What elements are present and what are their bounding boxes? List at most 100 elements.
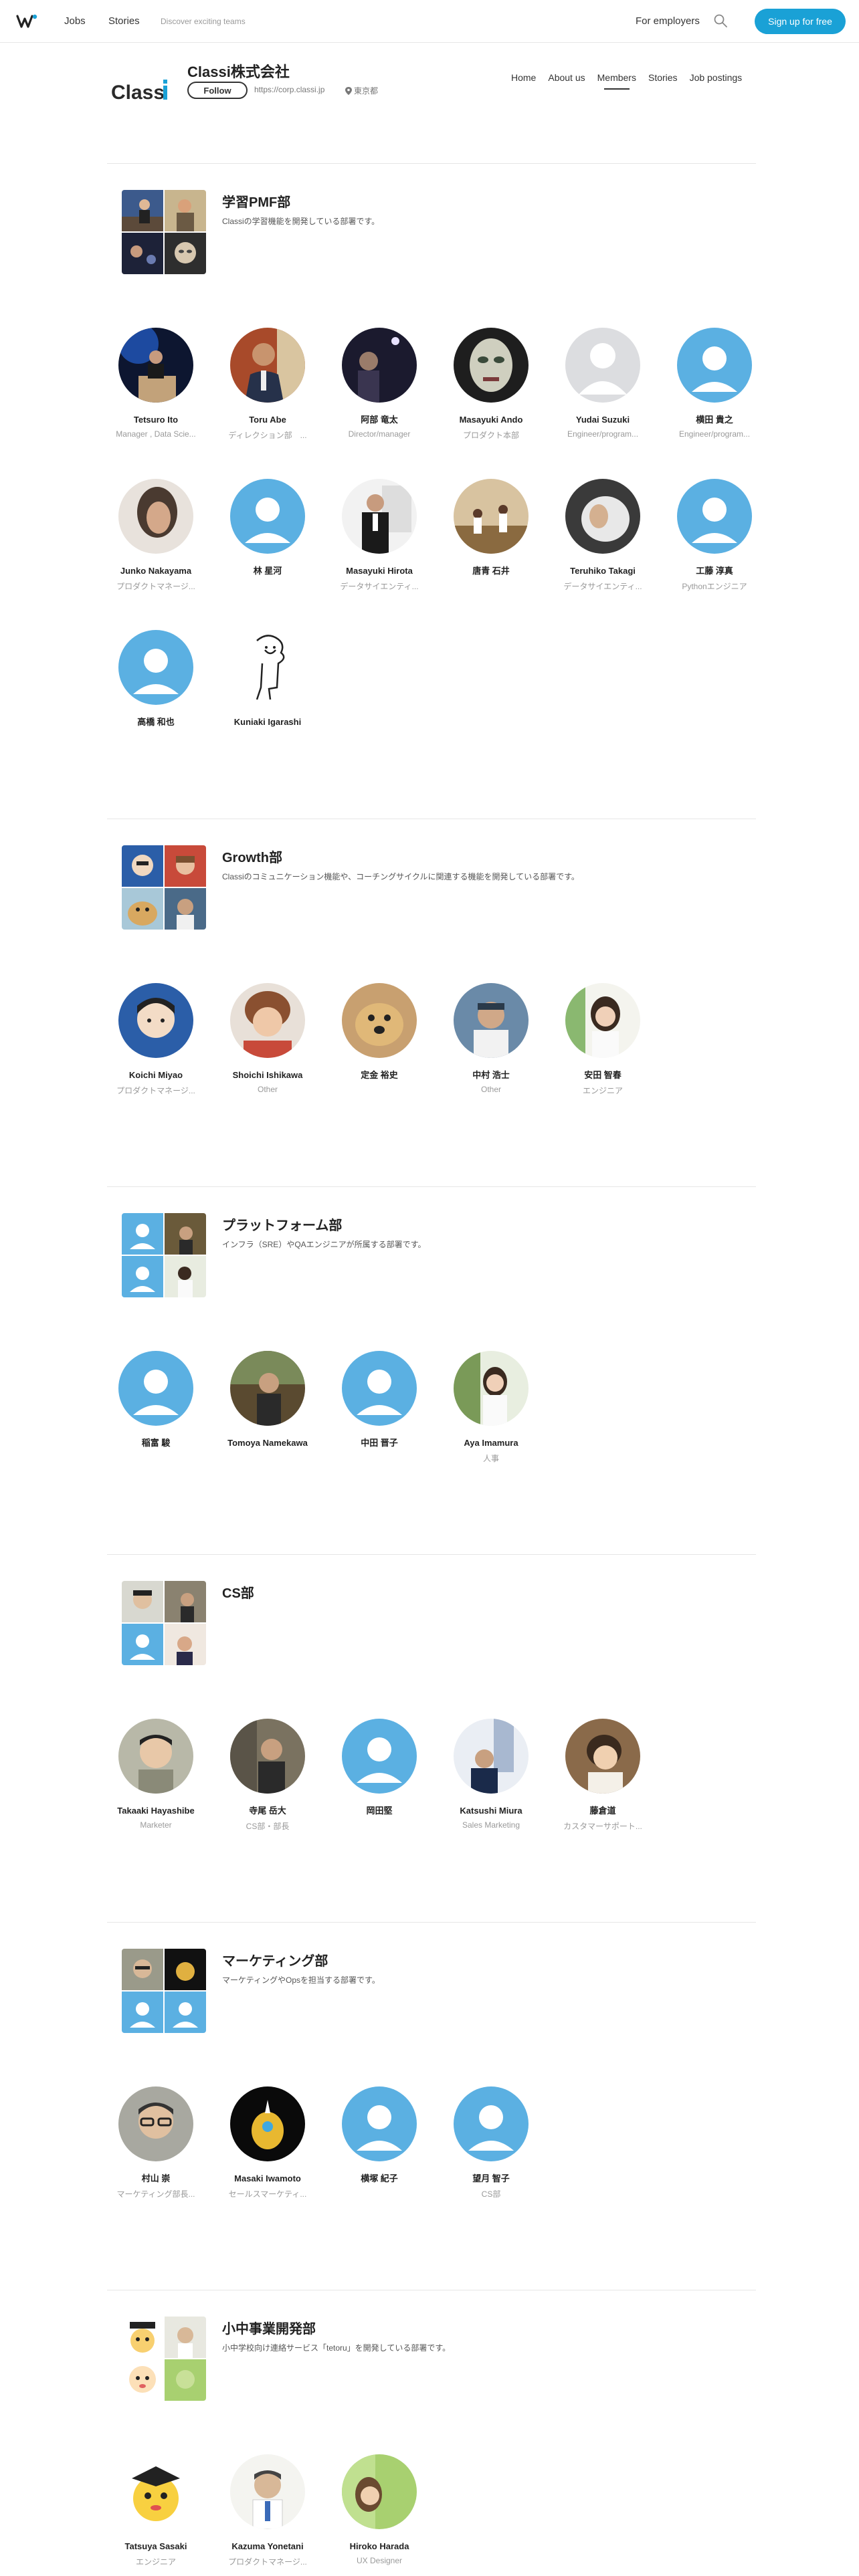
member-card[interactable]: Kazuma Yonetani プロダクトマネージ... xyxy=(221,2454,314,2567)
team-section-growth: Growth部 Classiのコミュニケーション機能や、コーチングサイクルに関連… xyxy=(107,845,756,1126)
member-avatar xyxy=(118,2454,193,2529)
member-card[interactable]: Katsushi Miura Sales Marketing xyxy=(444,1719,538,1831)
member-card[interactable]: 阿部 竜太 Director/manager xyxy=(332,328,426,440)
member-name: Aya Imamura xyxy=(464,1438,518,1448)
default-avatar-icon xyxy=(454,2086,529,2161)
member-card[interactable]: Takaaki Hayashibe Marketer xyxy=(109,1719,203,1831)
company-location-text: 東京都 xyxy=(354,86,379,96)
team-thumbnail[interactable] xyxy=(122,845,206,930)
member-card[interactable]: Masaki Iwamoto セールスマーケティ... xyxy=(221,2086,314,2199)
company-tabs: Home About us Members Stories Job postin… xyxy=(511,72,754,90)
team-thumbnail[interactable] xyxy=(122,1213,206,1297)
member-card[interactable]: 望月 智子 CS部 xyxy=(444,2086,538,2199)
nav-for-employers-link[interactable]: For employers xyxy=(636,15,700,27)
member-card[interactable]: 安田 智春 エンジニア xyxy=(556,983,650,1095)
member-name: Junko Nakayama xyxy=(120,566,192,576)
team-thumbnail[interactable] xyxy=(122,1581,206,1665)
member-card[interactable]: 林 星河 xyxy=(221,479,314,591)
member-role: データサイエンティ... xyxy=(340,582,419,591)
nav-stories-link[interactable]: Stories xyxy=(108,15,140,27)
member-card[interactable]: 村山 崇 マーケティング部長... xyxy=(109,2086,203,2199)
member-card[interactable]: 横田 貴之 Engineer/program... xyxy=(668,328,761,440)
member-avatar xyxy=(565,1719,640,1794)
member-card[interactable]: Aya Imamura 人事 xyxy=(444,1351,538,1463)
wantedly-logo-icon[interactable] xyxy=(16,13,39,29)
member-role: Other xyxy=(480,1085,501,1094)
team-description: Classiの学習機能を開発している部署です。 xyxy=(222,217,380,226)
member-role: プロダクトマネージ... xyxy=(116,1086,195,1095)
member-card[interactable]: 工藤 淳真 Pythonエンジニア xyxy=(668,479,761,591)
member-name: Teruhiko Takagi xyxy=(570,566,636,576)
member-card[interactable]: 唐青 石井 xyxy=(444,479,538,591)
member-role: Sales Marketing xyxy=(462,1820,520,1830)
member-card[interactable]: Masayuki Ando プロダクト本部 xyxy=(444,328,538,440)
member-name: 唐青 石井 xyxy=(472,566,510,576)
member-avatar xyxy=(565,983,640,1058)
member-name: 中田 晋子 xyxy=(361,1438,398,1448)
member-name: Kuniaki Igarashi xyxy=(233,717,302,727)
member-card[interactable]: 中村 浩士 Other xyxy=(444,983,538,1095)
member-name: 高橋 和也 xyxy=(137,717,175,727)
member-card[interactable]: Koichi Miyao プロダクトマネージ... xyxy=(109,983,203,1095)
member-card[interactable]: Shoichi Ishikawa Other xyxy=(221,983,314,1095)
member-name: Masaki Iwamoto xyxy=(234,2173,301,2183)
member-card[interactable]: 藤倉道 カスタマーサポート... xyxy=(556,1719,650,1831)
tab-members[interactable]: Members xyxy=(597,72,636,90)
follow-button[interactable]: Follow xyxy=(187,82,248,99)
member-avatar xyxy=(230,1351,305,1426)
team-description: 小中学校向け連絡サービス「tetoru」を開発している部署です。 xyxy=(222,2343,451,2353)
sign-up-button[interactable]: Sign up for free xyxy=(755,9,846,34)
team-thumbnail[interactable] xyxy=(122,2317,206,2401)
search-icon[interactable] xyxy=(713,13,728,28)
member-card[interactable]: 岡田堅 xyxy=(332,1719,426,1831)
member-name: Masayuki Ando xyxy=(459,415,523,425)
team-thumbnail[interactable] xyxy=(122,1949,206,2033)
member-avatar xyxy=(454,983,529,1058)
member-card[interactable]: 稲富 駿 xyxy=(109,1351,203,1463)
member-card[interactable]: 中田 晋子 xyxy=(332,1351,426,1463)
member-role: プロダクトマネージ... xyxy=(116,582,195,591)
nav-jobs-link[interactable]: Jobs xyxy=(64,15,86,27)
member-card[interactable]: Toru Abe ディレクション部 ... xyxy=(221,328,314,440)
member-role: Manager , Data Scie... xyxy=(116,429,196,439)
tab-about-us[interactable]: About us xyxy=(548,72,585,83)
member-card[interactable]: Yudai Suzuki Engineer/program... xyxy=(556,328,650,440)
member-card[interactable]: Kuniaki Igarashi xyxy=(221,630,314,742)
member-card[interactable]: Tetsuro Ito Manager , Data Scie... xyxy=(109,328,203,440)
section-divider xyxy=(107,1922,756,1923)
member-name: Tetsuro Ito xyxy=(133,415,179,425)
member-card[interactable]: Teruhiko Takagi データサイエンティ... xyxy=(556,479,650,591)
company-logo[interactable]: Class xyxy=(111,78,171,104)
section-divider xyxy=(107,1554,756,1555)
member-role: CS部・部長 xyxy=(246,1822,290,1831)
member-card[interactable]: Junko Nakayama プロダクトマネージ... xyxy=(109,479,203,591)
member-name: Katsushi Miura xyxy=(460,1806,522,1816)
team-photo xyxy=(165,2317,206,2358)
team-photo xyxy=(165,888,206,930)
default-avatar-icon xyxy=(118,630,193,705)
member-card[interactable]: 定金 裕史 xyxy=(332,983,426,1095)
member-card[interactable]: Masayuki Hirota データサイエンティ... xyxy=(332,479,426,591)
team-thumbnail[interactable] xyxy=(122,190,206,274)
member-role xyxy=(109,1453,203,1463)
member-card[interactable]: 横塚 紀子 xyxy=(332,2086,426,2199)
member-role: 人事 xyxy=(482,1454,499,1463)
member-card[interactable]: 高橋 和也 xyxy=(109,630,203,742)
company-location: 東京都 xyxy=(345,85,378,96)
team-title: 学習PMF部 xyxy=(222,195,291,210)
member-card[interactable]: Hiroko Harada UX Designer xyxy=(332,2454,426,2567)
tab-stories[interactable]: Stories xyxy=(648,72,678,83)
member-card[interactable]: 寺尾 岳大 CS部・部長 xyxy=(221,1719,314,1831)
tab-job-postings[interactable]: Job postings xyxy=(690,72,743,83)
tab-home[interactable]: Home xyxy=(511,72,536,83)
member-role xyxy=(444,580,538,591)
member-role: セールスマーケティ... xyxy=(228,2189,307,2199)
company-url-link[interactable]: https://corp.classi.jp xyxy=(254,85,324,94)
member-name: 望月 智子 xyxy=(472,2173,510,2183)
member-card[interactable]: Tomoya Namekawa xyxy=(221,1351,314,1474)
member-avatar xyxy=(118,479,193,554)
default-avatar-icon xyxy=(230,479,305,554)
member-card[interactable]: Tatsuya Sasaki エンジニア xyxy=(109,2454,203,2567)
member-name: Tatsuya Sasaki xyxy=(124,2541,187,2551)
team-section-marketing: マーケティング部 マーケティングやOpsを担当する部署です。 村山 崇 マーケテ… xyxy=(107,1949,756,2230)
